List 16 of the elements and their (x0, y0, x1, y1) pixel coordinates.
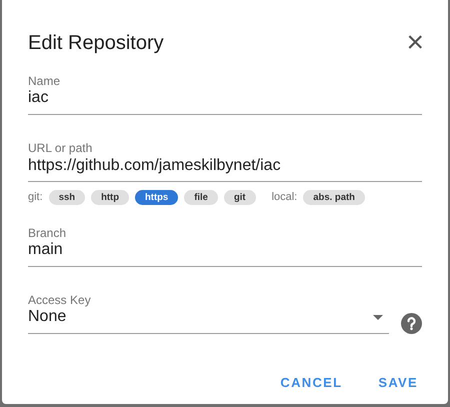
caret-icon (373, 315, 383, 320)
filter-chip[interactable]: abs. path (303, 190, 365, 206)
filter-chip[interactable]: ssh (48, 190, 86, 206)
close-button[interactable]: × (402, 28, 428, 58)
dropdown-field[interactable]: Access Key None (28, 293, 389, 334)
filter-chip[interactable]: git (224, 190, 256, 206)
filter-chip[interactable]: http (91, 190, 129, 206)
text-field[interactable]: Branch main (28, 226, 422, 268)
chip-group-label: git: (28, 190, 43, 206)
text-field[interactable]: URL or path https://github.com/jameskilbynet/iac (28, 141, 422, 182)
filter-chip[interactable]: https (135, 190, 178, 206)
text-field[interactable]: Name iac (28, 74, 422, 116)
chip-group-label: local: (272, 190, 298, 206)
dialog-title: Edit Repository (28, 31, 164, 55)
help-icon[interactable] (401, 313, 422, 334)
filter-chip[interactable]: file (184, 190, 218, 206)
